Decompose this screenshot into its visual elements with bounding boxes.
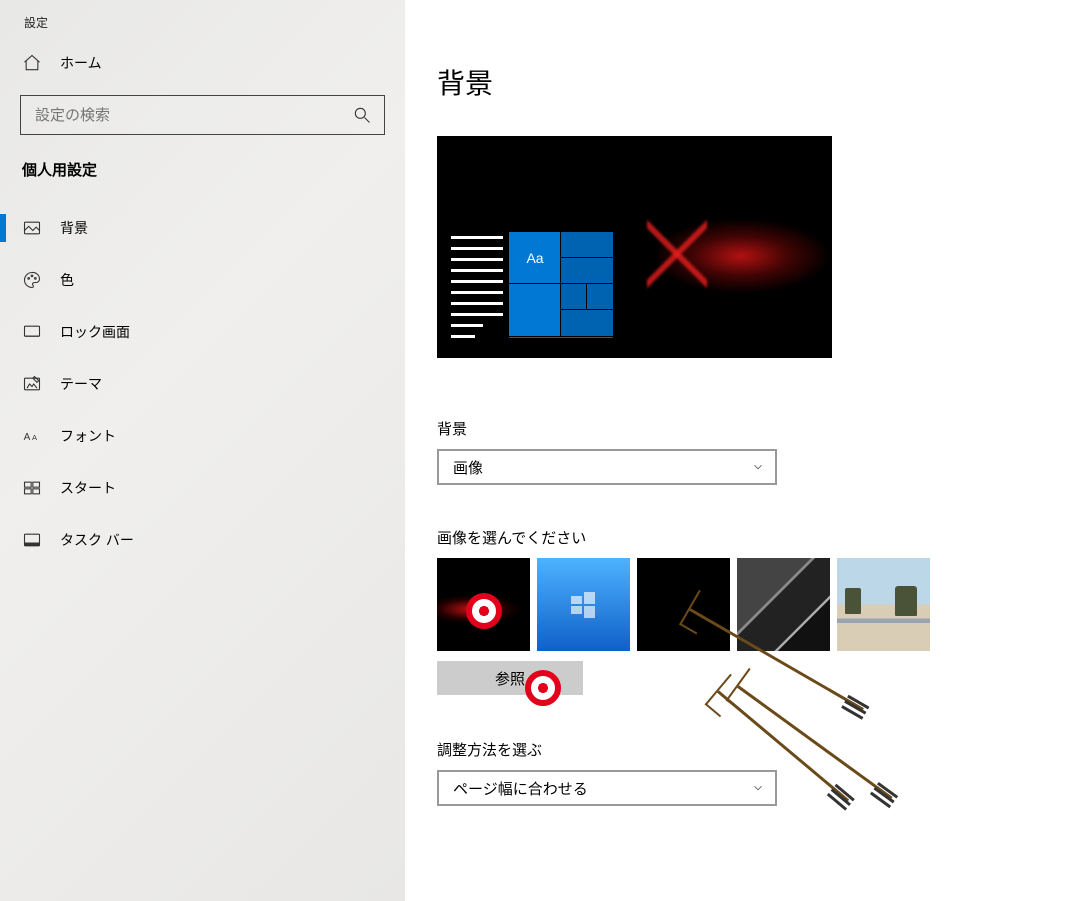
fit-dropdown[interactable]: ページ幅に合わせる <box>437 770 777 806</box>
thumb-5[interactable] <box>837 558 930 651</box>
nav-taskbar[interactable]: タスク バー <box>0 514 405 566</box>
nav-label: 背景 <box>60 218 88 238</box>
palette-icon <box>22 270 42 290</box>
home-link[interactable]: ホーム <box>0 53 405 95</box>
search-icon <box>352 105 372 125</box>
nav-fonts[interactable]: AA フォント <box>0 410 405 462</box>
nav-label: タスク バー <box>60 530 134 550</box>
window-title: 設定 <box>0 14 405 53</box>
chevron-down-icon <box>751 460 765 474</box>
nav-label: 色 <box>60 270 74 290</box>
svg-text:A: A <box>32 433 37 442</box>
svg-text:A: A <box>24 432 31 443</box>
home-icon <box>22 53 42 73</box>
thumb-1[interactable] <box>437 558 530 651</box>
bg-type-value: 画像 <box>453 457 483 478</box>
bg-type-label: 背景 <box>437 418 1090 439</box>
nav-label: スタート <box>60 478 116 498</box>
thumb-4[interactable] <box>737 558 830 651</box>
preview-start-mock: Aa <box>451 232 613 338</box>
fit-label: 調整方法を選ぶ <box>437 739 1090 760</box>
nav-label: フォント <box>60 426 116 446</box>
taskbar-icon <box>22 530 42 550</box>
background-preview: Aa <box>437 136 832 358</box>
preview-wallpaper <box>657 196 832 316</box>
image-thumbnails <box>437 558 1090 651</box>
nav-colors[interactable]: 色 <box>0 254 405 306</box>
chevron-down-icon <box>751 781 765 795</box>
sidebar: 設定 ホーム 個人用設定 背景 色 ロック画面 テーマ <box>0 0 405 901</box>
home-label: ホーム <box>60 53 102 73</box>
search-box[interactable] <box>20 95 385 135</box>
theme-icon <box>22 374 42 394</box>
nav-themes[interactable]: テーマ <box>0 358 405 410</box>
nav-label: テーマ <box>60 374 102 394</box>
bg-type-dropdown[interactable]: 画像 <box>437 449 777 485</box>
page-title: 背景 <box>437 62 1090 102</box>
section-title: 個人用設定 <box>0 159 405 202</box>
picture-icon <box>22 218 42 238</box>
nav-label: ロック画面 <box>60 322 130 342</box>
start-icon <box>22 478 42 498</box>
choose-image-label: 画像を選んでください <box>437 527 1090 548</box>
browse-button[interactable]: 参照 <box>437 661 583 695</box>
thumb-3[interactable] <box>637 558 730 651</box>
nav-background[interactable]: 背景 <box>0 202 405 254</box>
preview-tile-aa: Aa <box>509 232 561 284</box>
search-input[interactable] <box>35 107 352 124</box>
lockscreen-icon <box>22 322 42 342</box>
font-icon: AA <box>22 426 42 446</box>
main-panel: 背景 Aa 背景 画像 画像を選んでください 参照 調整方法を選ぶ <box>405 0 1090 901</box>
nav-start[interactable]: スタート <box>0 462 405 514</box>
fit-value: ページ幅に合わせる <box>453 778 588 799</box>
thumb-2[interactable] <box>537 558 630 651</box>
nav-lockscreen[interactable]: ロック画面 <box>0 306 405 358</box>
